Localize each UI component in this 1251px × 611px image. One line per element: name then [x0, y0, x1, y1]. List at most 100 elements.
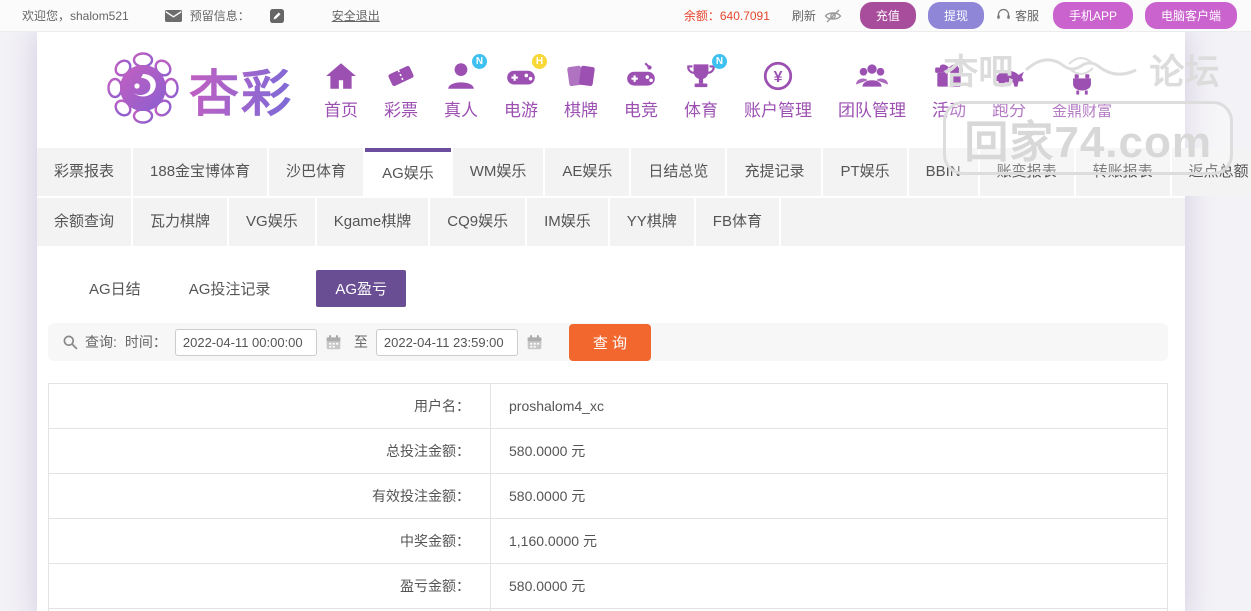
tab-chongti-jilu[interactable]: 充提记录 [727, 148, 822, 196]
nav-item-paofen[interactable]: 跑分 [992, 59, 1026, 121]
query-button[interactable]: 查 询 [568, 323, 652, 361]
row-value: 580.0000 元 [509, 578, 586, 594]
table-row-profit-loss: 盈亏金额： 580.0000 元 [49, 564, 1167, 609]
team-icon [855, 59, 889, 93]
tab-zhangbian-baobiao[interactable]: 账变报表 [979, 148, 1074, 196]
main-nav: 首页 彩票 N 真人 H 电游 棋牌 电竞 N 体育 ¥ 账户管理 团队管理 活… [311, 54, 1125, 121]
trophy-icon: N [684, 54, 727, 93]
ag-subtabs: AG日结 AG投注记录 AG盈亏 [37, 248, 1185, 311]
report-tabs: 彩票报表 188金宝博体育 沙巴体育 AG娱乐 WM娱乐 AE娱乐 日结总览 充… [37, 148, 1251, 246]
nav-item-egames[interactable]: H 电游 [504, 54, 547, 121]
site-logo[interactable]: 杏彩 [107, 51, 293, 129]
tab-shaba-sports[interactable]: 沙巴体育 [269, 148, 364, 196]
nav-item-esports[interactable]: 电竞 [624, 59, 658, 121]
ding-icon [1069, 71, 1095, 97]
badge-n: N [472, 54, 487, 69]
tab-vg-yule[interactable]: VG娱乐 [229, 198, 315, 246]
tab-kgame-qipai[interactable]: Kgame棋牌 [316, 198, 429, 246]
tab-rijie-zonglan[interactable]: 日结总览 [631, 148, 726, 196]
withdraw-button[interactable]: 提现 [927, 2, 984, 29]
nav-label: 首页 [324, 101, 358, 120]
tab-zhuanzhang-baobiao[interactable]: 转账报表 [1075, 148, 1170, 196]
nav-label: 跑分 [992, 101, 1026, 120]
nav-item-account[interactable]: ¥ 账户管理 [744, 59, 812, 121]
logo-emblem-icon [107, 51, 179, 129]
nav-label: 金鼎财富 [1052, 103, 1113, 120]
row-label: 盈亏金额： [49, 564, 491, 608]
tab-fandian-zonge[interactable]: 返点总额 [1171, 148, 1251, 196]
nav-label: 彩票 [384, 101, 418, 120]
svg-text:¥: ¥ [774, 69, 783, 86]
brand-name: 杏彩 [189, 54, 293, 126]
eye-off-icon[interactable] [824, 7, 842, 25]
tab-im-yule[interactable]: IM娱乐 [527, 198, 608, 246]
customer-service-link[interactable]: 客服 [996, 7, 1039, 25]
tab-ae-yule[interactable]: AE娱乐 [545, 148, 630, 196]
query-bar: 查询: 时间： 至 查 询 [48, 323, 1168, 361]
nav-item-sports[interactable]: N 体育 [684, 54, 727, 121]
tab-wm-yule[interactable]: WM娱乐 [452, 148, 544, 196]
nav-label: 活动 [932, 101, 966, 120]
badge-h: H [532, 54, 547, 69]
welcome-text: 欢迎您，shalom521 [22, 9, 129, 23]
recharge-button[interactable]: 充值 [859, 2, 916, 29]
edit-icon[interactable] [269, 8, 284, 23]
nav-item-jinding[interactable]: 金鼎财富 [1052, 71, 1112, 121]
calendar-icon[interactable] [522, 334, 547, 351]
subtab-ag-rijie[interactable]: AG日结 [87, 270, 143, 307]
tab-row-2: 余额查询 瓦力棋牌 VG娱乐 Kgame棋牌 CQ9娱乐 IM娱乐 YY棋牌 F… [37, 198, 1185, 246]
esports-icon [624, 59, 658, 93]
tab-188-sports[interactable]: 188金宝博体育 [133, 148, 268, 196]
subtab-ag-touzhu-jilu[interactable]: AG投注记录 [187, 270, 273, 307]
cards-icon [564, 59, 598, 93]
tab-caipiao-baobiao[interactable]: 彩票报表 [37, 148, 132, 196]
tab-fb-sports[interactable]: FB体育 [695, 198, 779, 246]
table-row-valid-bet: 有效投注金额： 580.0000 元 [49, 474, 1167, 519]
balance-display: 余额： 640.7091 [684, 7, 770, 24]
pc-client-button[interactable]: 电脑客户端 [1144, 2, 1237, 29]
nav-label: 电游 [504, 101, 538, 120]
calendar-icon[interactable] [321, 334, 346, 351]
message-icon[interactable] [164, 9, 182, 22]
site-header: 杏彩 首页 彩票 N 真人 H 电游 棋牌 电竞 N 体育 ¥ 账户管理 团队管… [37, 32, 1185, 148]
person-icon: N [444, 54, 487, 93]
tab-pt-yule[interactable]: PT娱乐 [823, 148, 907, 196]
gift-icon [932, 59, 966, 93]
headset-icon [996, 7, 1011, 25]
nav-item-lottery[interactable]: 彩票 [384, 59, 418, 121]
row-value: 1,160.0000 元 [509, 533, 597, 549]
between-label: 至 [353, 334, 368, 350]
date-to-input[interactable] [375, 328, 518, 356]
tab-bbin[interactable]: BBIN [908, 148, 978, 196]
ticket-icon [384, 59, 418, 93]
nav-item-boardgames[interactable]: 棋牌 [564, 59, 598, 121]
nav-item-team[interactable]: 团队管理 [838, 59, 906, 121]
tab-wali-qipai[interactable]: 瓦力棋牌 [133, 198, 228, 246]
subtab-ag-yingkui[interactable]: AG盈亏 [316, 270, 407, 307]
tab-cq9-yule[interactable]: CQ9娱乐 [430, 198, 526, 246]
nav-label: 团队管理 [838, 101, 906, 120]
row-value: proshalom4_xc [509, 398, 604, 414]
tab-row-1: 彩票报表 188金宝博体育 沙巴体育 AG娱乐 WM娱乐 AE娱乐 日结总览 充… [37, 148, 1251, 196]
row-value: 580.0000 元 [509, 488, 586, 504]
tab-ag-yule[interactable]: AG娱乐 [365, 148, 451, 196]
report-table: 用户名： proshalom4_xc 总投注金额： 580.0000 元 有效投… [48, 383, 1168, 611]
balance-label: 余额： [683, 9, 720, 23]
query-label: 查询: [85, 334, 117, 350]
badge-n: N [712, 54, 727, 69]
nav-item-live[interactable]: N 真人 [444, 54, 487, 121]
nav-label: 账户管理 [744, 101, 812, 120]
date-from-input[interactable] [174, 328, 317, 356]
nav-item-home[interactable]: 首页 [324, 59, 358, 121]
tab-yy-qipai[interactable]: YY棋牌 [609, 198, 694, 246]
topbar: 欢迎您，shalom521 预留信息： 安全退出 余额： 640.7091 刷新 … [0, 0, 1251, 32]
row-label: 中奖金额： [49, 519, 491, 563]
logout-link[interactable]: 安全退出 [332, 7, 380, 24]
row-label: 用户名： [49, 384, 491, 428]
mobile-app-button[interactable]: 手机APP [1052, 2, 1133, 29]
refresh-link[interactable]: 刷新 [792, 7, 816, 24]
nav-item-promotions[interactable]: 活动 [932, 59, 966, 121]
customer-service-label: 客服 [1014, 9, 1039, 23]
tab-yue-chaxun[interactable]: 余额查询 [37, 198, 132, 246]
reserved-info-label: 预留信息： [189, 9, 250, 23]
